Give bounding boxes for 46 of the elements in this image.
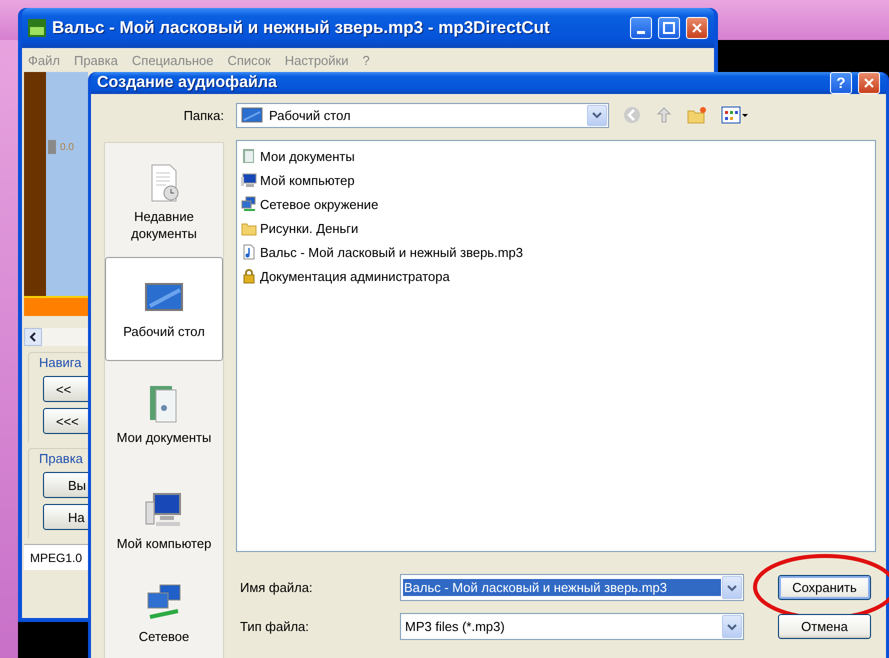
scroll-left-button[interactable] [24,328,42,346]
selection-bar [24,296,88,316]
filename-field[interactable]: Вальс - Мой ласковый и нежный зверь.mp3 [400,574,744,601]
save-button[interactable]: Сохранить [778,575,871,600]
help-button[interactable]: ? [830,72,852,94]
close-button[interactable] [686,17,708,39]
group-label: Навига [39,355,82,370]
file-item[interactable]: Мой компьютер [241,171,871,189]
place-item[interactable]: Мои документы [105,363,223,467]
file-item[interactable]: Документация администратора [241,267,871,285]
maximize-button[interactable] [658,17,680,39]
level-marker-icon [48,140,56,154]
computer-icon [241,172,257,188]
cancel-button[interactable]: Отмена [778,614,871,639]
close-icon [863,77,875,89]
filetype-dropdown[interactable]: MP3 files (*.mp3) [400,613,744,640]
app-logo-icon [28,19,46,37]
network-icon [241,196,257,212]
place-item[interactable]: Сетевое [105,575,223,653]
close-button[interactable] [858,72,880,94]
maximize-icon [663,22,675,34]
place-item[interactable]: Мой компьютер [105,469,223,573]
filename-label: Имя файла: [239,580,314,595]
documents-icon [241,148,257,164]
filetype-label: Тип файла: [239,619,310,634]
file-item[interactable]: Рисунки. Деньги [241,219,871,237]
padlock-icon [241,268,257,284]
group-label: Правка [39,451,84,466]
music-file-icon [241,244,257,260]
place-item[interactable]: Недавние документы [105,151,223,255]
marker-reading: 0.0 [60,142,74,152]
folder-dropdown[interactable]: Рабочий стол [236,102,609,128]
minimize-icon [637,30,645,34]
file-item[interactable]: Сетевое окружение [241,195,871,213]
view-menu-icon[interactable] [721,106,749,124]
folder-label: Папка: [182,108,224,122]
window-title: Вальс - Мой ласковый и нежный зверь.mp3 - mp3DirectCut [52,18,551,38]
file-item[interactable]: Мои документы [241,147,871,165]
file-item[interactable]: Вальс - Мой ласковый и нежный зверь.mp3 [241,243,871,261]
desktop-icon [241,107,263,123]
status-text: MPEG1.0 [24,544,88,570]
close-icon [691,22,703,34]
dialog-title: Создание аудиофайла [97,74,278,92]
place-item[interactable]: Рабочий стол [105,257,223,361]
new-folder-icon[interactable] [687,106,707,124]
minimize-button[interactable] [630,17,652,39]
